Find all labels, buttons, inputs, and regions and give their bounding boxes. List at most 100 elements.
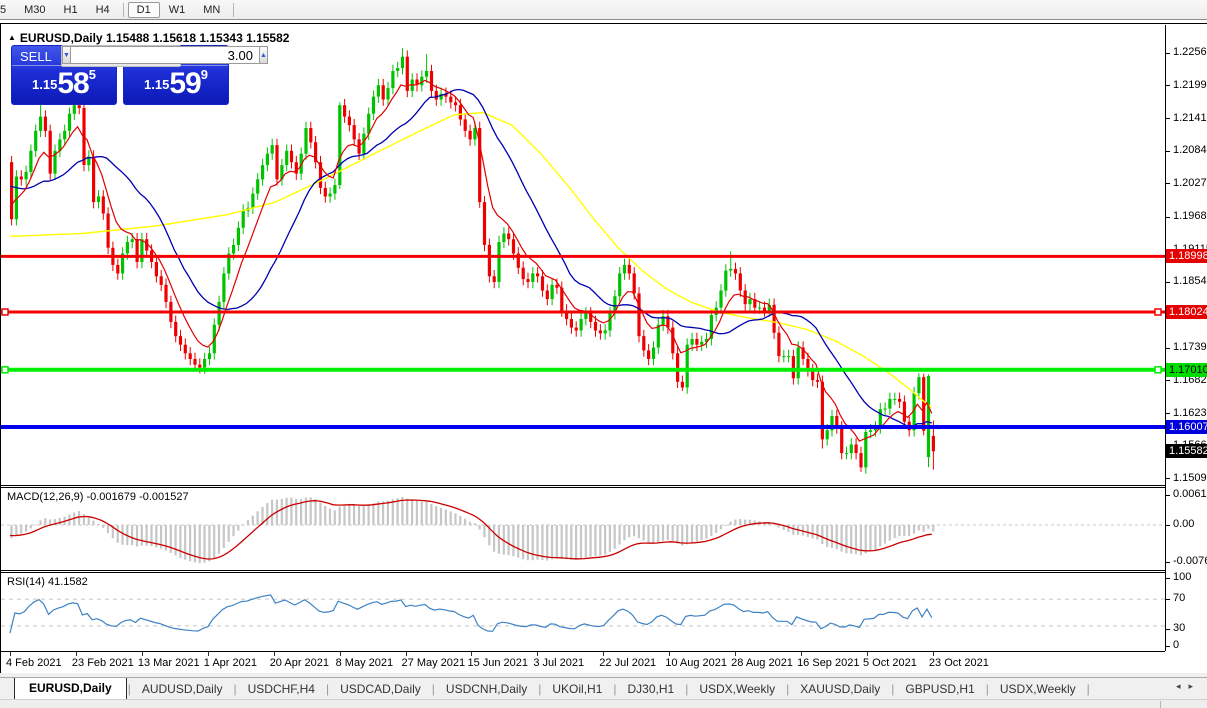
date-tick [735, 652, 737, 656]
chart-tab-audusd-daily[interactable]: AUDUSD,Daily [132, 679, 233, 700]
price-axis-tick [1166, 85, 1170, 86]
tab-scroll-left-icon[interactable]: ◂ [1176, 681, 1189, 691]
rsi-canvas [1, 594, 1165, 634]
date-label: 13 Mar 2021 [137, 657, 200, 669]
price-axis-tick [1166, 281, 1170, 283]
timeframe-button-h4[interactable]: H4 [87, 2, 119, 18]
price-axis-label: 1.20270 [1173, 176, 1207, 189]
macd-axis-label: 0.006193 [1173, 488, 1207, 500]
price-axis-tick [1166, 183, 1170, 185]
macd-histogram [10, 496, 935, 564]
price-axis-label: 1.22565 [1173, 46, 1207, 58]
chart-tab-ukoil-h1[interactable]: UKOil,H1 [542, 679, 612, 700]
date-label: 4 Feb 2021 [6, 657, 62, 669]
macd-axis-tick [1166, 495, 1170, 496]
date-tick [75, 652, 77, 656]
date-label: 8 May 2021 [335, 657, 394, 669]
date-label: 27 May 2021 [401, 657, 466, 669]
date-axis[interactable]: 4 Feb 2021 23 Feb 2021 13 Mar 2021 1 Apr 20… [1, 652, 1165, 674]
volume-increase-button[interactable]: ▲ [258, 46, 268, 64]
trading-terminal-window: 5 M30 H1 H4 D1 W1 MN ▲ EURUSD,Daily 1.15488 1.1… [0, 0, 1207, 708]
chart-tab-gbpusd-h1[interactable]: GBPUSD,H1 [895, 679, 984, 700]
chart-tab-bar: EURUSD,Daily | AUDUSD,Daily | USDCHF,H4 | USDC… [0, 677, 1207, 700]
date-label: 16 Sep 2021 [797, 657, 860, 669]
date-tick [10, 652, 11, 656]
tab-separator: | [1086, 682, 1090, 696]
collapse-arrow-icon[interactable]: ▲ [8, 33, 16, 42]
date-tick [603, 652, 605, 656]
buy-price: 1.15599 [144, 67, 208, 100]
date-label: 10 Aug 2021 [665, 657, 728, 669]
date-tick [273, 652, 275, 656]
timeframe-button-w1[interactable]: W1 [160, 2, 195, 18]
one-click-trade-panel: SELL 1.15585 BUY 1.15599 ▼ ▲ [11, 45, 268, 105]
price-axis-tick [1166, 52, 1170, 54]
status-separator [1160, 701, 1161, 708]
date-tick [867, 652, 868, 656]
date-tick [405, 652, 407, 656]
price-axis-label: 1.16235 [1173, 406, 1207, 419]
price-axis-label: 1.17390 [1173, 341, 1207, 354]
timeframe-button-d1[interactable]: D1 [127, 2, 160, 18]
chart-title-text: EURUSD,Daily 1.15488 1.15618 1.15343 1.1… [19, 31, 290, 45]
chart-title: ▲ EURUSD,Daily 1.15488 1.15618 1.15343 1.… [8, 31, 289, 45]
date-tick [207, 652, 209, 656]
price-badge: 1.15582 [1166, 444, 1207, 459]
rsi-axis-label: 70 [1173, 592, 1186, 604]
price-axis[interactable]: 1.22565 1.21995 1.21410 1.20840 1.20270 1.196… [1165, 25, 1207, 651]
price-axis-label: 1.19685 [1173, 210, 1207, 223]
rsi-axis-tick [1166, 578, 1170, 579]
timeframe-button-mn[interactable]: MN [194, 2, 229, 18]
macd-axis-tick [1166, 562, 1170, 563]
chart-tab-usdx-weekly[interactable]: USDX,Weekly [990, 679, 1086, 700]
chart-tab-usdx-weekly[interactable]: USDX,Weekly [689, 679, 785, 700]
rsi-axis-tick [1166, 629, 1170, 630]
main-chart-pane[interactable]: ▲ EURUSD,Daily 1.15488 1.15618 1.15343 1.… [1, 25, 1165, 485]
chart-tab-dj30-h1[interactable]: DJ30,H1 [618, 679, 685, 700]
rsi-label: RSI(14) 41.1582 [7, 576, 88, 588]
date-tick [471, 652, 473, 656]
date-label: 3 Jul 2021 [533, 657, 585, 669]
chart-tab-usdchf-h4[interactable]: USDCHF,H4 [238, 679, 325, 700]
date-tick [537, 652, 539, 656]
rsi-axis-tick [1166, 646, 1170, 647]
price-axis-tick [1166, 478, 1170, 480]
rsi-axis-label: 30 [1173, 622, 1186, 634]
price-axis-label: 1.20840 [1173, 144, 1207, 157]
chart-tab-eurusd-daily[interactable]: EURUSD,Daily [14, 678, 127, 700]
toolbar-separator [122, 2, 124, 17]
price-axis-tick [1166, 347, 1170, 349]
macd-axis-label: -0.007621 [1173, 555, 1207, 567]
price-axis-label: 1.18545 [1173, 275, 1207, 288]
macd-pane[interactable]: MACD(12,26,9) -0.001679 -0.001527 [1, 488, 1165, 570]
timeframe-button-h1[interactable]: H1 [55, 2, 87, 18]
tab-scroll-right-icon[interactable]: ▸ [1188, 681, 1201, 691]
chart-tab-usdcnh-daily[interactable]: USDCNH,Daily [436, 679, 537, 700]
timeframe-button-m30[interactable]: M30 [15, 2, 54, 18]
macd-axis-label: 0.00 [1173, 518, 1195, 530]
date-label: 23 Oct 2021 [928, 657, 989, 669]
price-axis-tick [1166, 118, 1170, 120]
date-label: 20 Apr 2021 [269, 657, 330, 669]
volume-spinner: ▼ ▲ [61, 45, 268, 67]
price-badge: 1.18998 [1166, 249, 1207, 264]
date-tick [141, 652, 143, 656]
sell-price: 1.15585 [32, 67, 96, 100]
date-tick [932, 652, 934, 656]
price-axis-tick [1166, 413, 1170, 415]
chart-tab-usdcad-daily[interactable]: USDCAD,Daily [330, 679, 431, 700]
rsi-axis-label: 100 [1173, 571, 1192, 583]
price-axis-label: 1.21410 [1173, 111, 1207, 124]
chart-tab-xauusd-daily[interactable]: XAUUSD,Daily [790, 679, 890, 700]
rsi-axis-label: 0 [1173, 639, 1180, 651]
macd-label: MACD(12,26,9) -0.001679 -0.001527 [7, 491, 189, 503]
timeframe-toolbar: 5 M30 H1 H4 D1 W1 MN [0, 0, 1207, 20]
date-label: 22 Jul 2021 [599, 657, 657, 669]
price-badge: 1.16007 [1166, 419, 1207, 434]
volume-dropdown-button[interactable]: ▼ [62, 46, 71, 64]
volume-input[interactable] [70, 46, 259, 64]
timeframe-button-5[interactable]: 5 [0, 2, 15, 18]
rsi-pane[interactable]: RSI(14) 41.1582 [1, 573, 1165, 651]
date-tick [669, 652, 671, 656]
price-axis-label: 1.21995 [1173, 78, 1207, 91]
